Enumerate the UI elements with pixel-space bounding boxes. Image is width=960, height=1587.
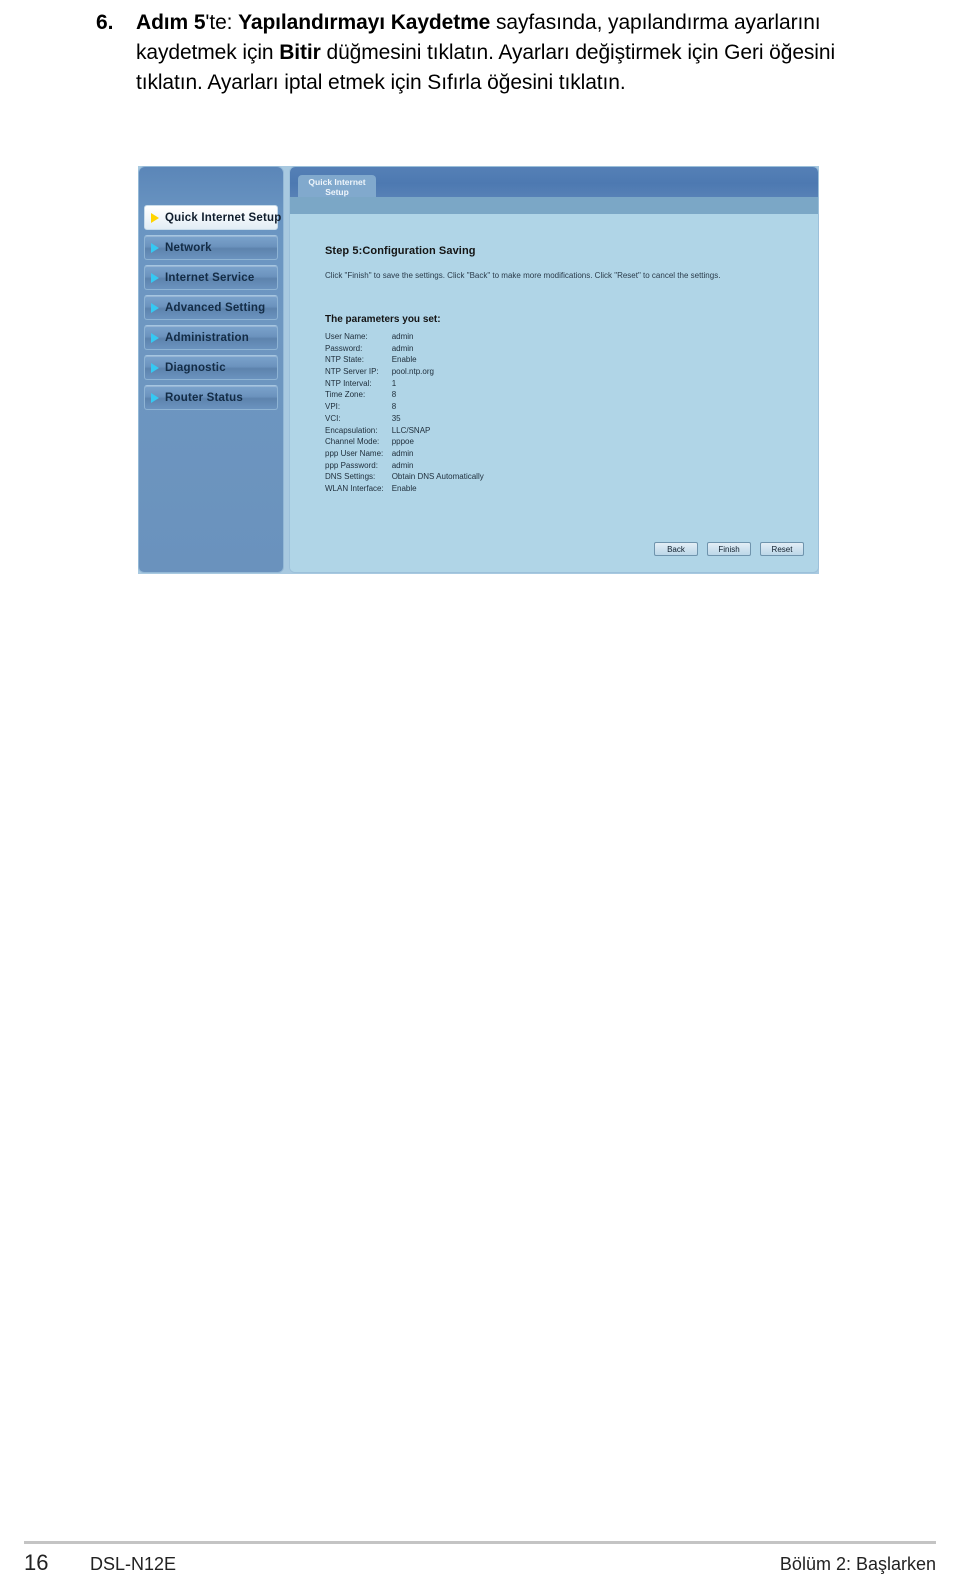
sidebar-item-internet-service[interactable]: Internet Service (144, 265, 278, 290)
parameter-row: ppp Password: admin (325, 461, 484, 473)
sidebar-item-diagnostic[interactable]: Diagnostic (144, 355, 278, 380)
reset-button[interactable]: Reset (760, 542, 804, 556)
parameter-row: DNS Settings: Obtain DNS Automatically (325, 472, 484, 484)
router-web-ui-screenshot: Quick Internet Setup Network Internet Serv… (138, 166, 819, 574)
parameter-row: NTP Server IP: pool.ntp.org (325, 367, 484, 379)
footer-chapter: Bölüm 2: Başlarken (779, 1554, 936, 1574)
sidebar-item-label: Internet Service (165, 271, 255, 284)
parameter-key: ppp User Name: (325, 448, 384, 458)
parameter-value: pppoe (391, 437, 414, 447)
arrow-right-icon (151, 212, 159, 223)
step-title: Step 5:Configuration Saving (325, 245, 476, 257)
parameter-key: VCI: (325, 413, 341, 423)
parameters-heading: The parameters you set: (325, 314, 441, 325)
instruction-block: 6. Adım 5'te: Yapılandırmayı Kaydetme sa… (96, 8, 906, 98)
parameter-value: Obtain DNS Automatically (391, 472, 484, 482)
parameter-value: Enable (391, 355, 417, 365)
page-footer: 16 DSL-N12E Bölüm 2: Başlarken (24, 1550, 936, 1576)
parameter-value: pool.ntp.org (391, 367, 434, 377)
parameter-value: 1 (391, 378, 397, 388)
footer-left: 16 DSL-N12E (24, 1550, 176, 1576)
instruction-number: 6. (96, 11, 114, 34)
sidebar-item-quick-internet-setup[interactable]: Quick Internet Setup (144, 205, 282, 230)
parameter-row: ppp User Name: admin (325, 449, 484, 461)
parameter-key: Password: (325, 343, 363, 353)
router-subbar (290, 197, 818, 214)
parameter-value: 8 (391, 390, 397, 400)
step-description: Click "Finish" to save the settings. Cli… (325, 271, 721, 280)
instruction-segment: 'te: (205, 11, 239, 34)
parameter-row: VCI: 35 (325, 414, 484, 426)
parameter-key: ppp Password: (325, 460, 378, 470)
parameter-key: DNS Settings: (325, 472, 376, 482)
arrow-right-icon (151, 272, 159, 283)
parameter-value: 35 (391, 413, 401, 423)
back-button[interactable]: Back (654, 542, 698, 556)
router-sidebar-menu: Quick Internet Setup Network Internet Serv… (144, 205, 282, 415)
router-content-panel: Quick Internet Setup Step 5:Configuratio… (289, 166, 819, 573)
parameter-row: Channel Mode: pppoe (325, 437, 484, 449)
footer-page-number: 16 (24, 1550, 49, 1575)
parameter-row: Password: admin (325, 344, 484, 356)
sidebar-item-label: Administration (165, 331, 249, 344)
parameter-row: Time Zone: 8 (325, 390, 484, 402)
parameter-key: Channel Mode: (325, 437, 380, 447)
sidebar-item-label: Advanced Setting (165, 301, 266, 314)
footer-divider (24, 1541, 936, 1544)
parameter-key: WLAN Interface: (325, 483, 384, 493)
parameter-value: 8 (391, 402, 397, 412)
parameter-value: admin (391, 332, 414, 341)
parameter-value: admin (391, 448, 414, 458)
router-tabbar: Quick Internet Setup (290, 167, 818, 197)
sidebar-item-advanced-setting[interactable]: Advanced Setting (144, 295, 278, 320)
router-button-row: Back Finish Reset (290, 542, 804, 556)
sidebar-item-router-status[interactable]: Router Status (144, 385, 278, 410)
parameter-value: admin (391, 460, 414, 470)
sidebar-item-administration[interactable]: Administration (144, 325, 278, 350)
parameter-row: VPI: 8 (325, 402, 484, 414)
sidebar-item-network[interactable]: Network (144, 235, 278, 260)
router-content-body: Step 5:Configuration Saving Click "Finis… (290, 214, 818, 572)
parameter-row: User Name: admin (325, 332, 484, 344)
parameter-row: NTP State: Enable (325, 355, 484, 367)
parameter-row: WLAN Interface: Enable (325, 484, 484, 496)
parameter-row: Encapsulation: LLC/SNAP (325, 426, 484, 438)
sidebar-item-label: Router Status (165, 391, 243, 404)
tab-quick-internet-setup[interactable]: Quick Internet Setup (298, 175, 376, 197)
router-sidebar: Quick Internet Setup Network Internet Serv… (138, 166, 284, 573)
parameters-table-body: User Name: admin Password: admin NTP State: E… (325, 332, 484, 496)
arrow-right-icon (151, 302, 159, 313)
arrow-right-icon (151, 392, 159, 403)
instruction-text: Adım 5'te: Yapılandırmayı Kaydetme sayfa… (136, 8, 906, 98)
finish-button[interactable]: Finish (707, 542, 751, 556)
instruction-segment: Yapılandırmayı Kaydetme (238, 11, 491, 34)
parameter-key: NTP Server IP: (325, 367, 379, 377)
parameter-value: admin (391, 343, 414, 353)
parameter-key: Encapsulation: (325, 425, 378, 435)
sidebar-item-label: Network (165, 241, 212, 254)
arrow-right-icon (151, 242, 159, 253)
parameter-row: NTP Interval: 1 (325, 379, 484, 391)
instruction-segment: Bitir (279, 41, 321, 64)
parameter-value: Enable (391, 483, 417, 493)
instruction-segment: Adım 5 (136, 11, 206, 34)
sidebar-item-label: Quick Internet Setup (165, 211, 282, 224)
parameter-value: LLC/SNAP (391, 425, 431, 435)
sidebar-item-label: Diagnostic (165, 361, 226, 374)
arrow-right-icon (151, 332, 159, 343)
parameter-key: NTP State: (325, 355, 364, 365)
parameter-key: NTP Interval: (325, 378, 372, 388)
parameter-key: Time Zone: (325, 390, 366, 400)
parameter-key: User Name: (325, 332, 368, 341)
footer-document-name: DSL-N12E (90, 1554, 177, 1574)
parameters-table: User Name: admin Password: admin NTP State: E… (325, 332, 484, 496)
parameter-key: VPI: (325, 402, 341, 412)
arrow-right-icon (151, 362, 159, 373)
